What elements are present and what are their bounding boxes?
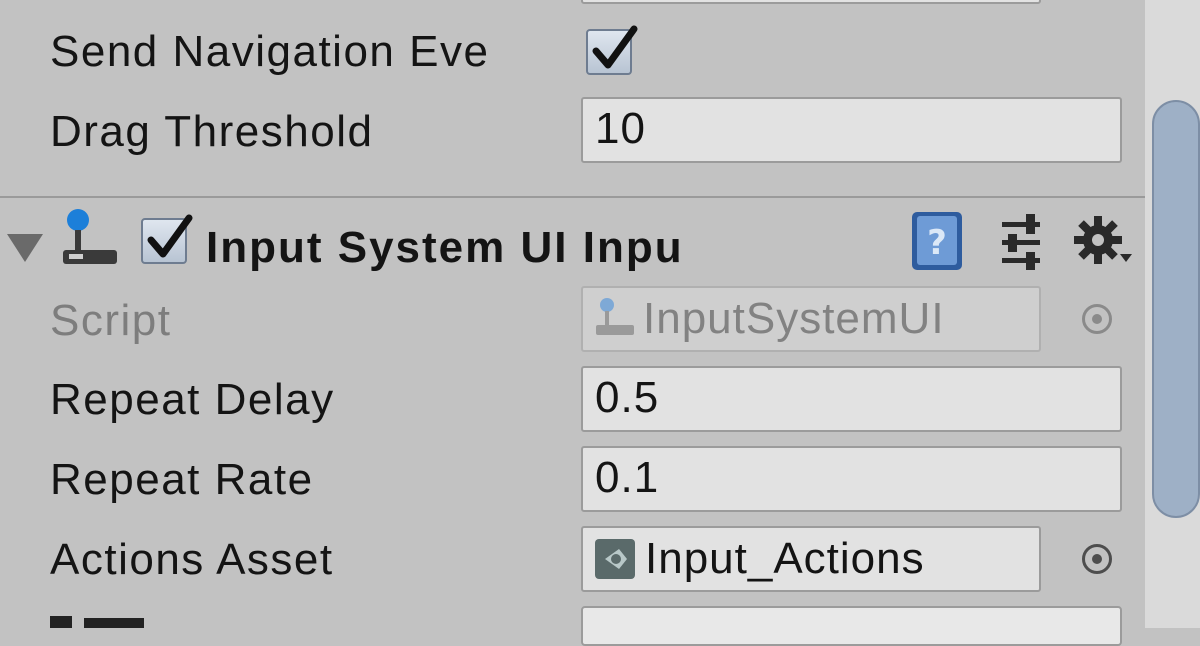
- script-object-picker-icon: [1082, 304, 1112, 334]
- repeat-rate-field[interactable]: 0.1: [581, 446, 1122, 512]
- presets-sliders-icon[interactable]: [998, 212, 1046, 272]
- component-enabled-checkbox[interactable]: [141, 214, 193, 264]
- actions-asset-label: Actions Asset: [50, 536, 334, 584]
- partial-row-label: [50, 612, 170, 628]
- script-value: InputSystemUI: [643, 294, 945, 343]
- send-navigation-events-label: Send Navigation Eve: [50, 28, 490, 76]
- joystick-icon: [63, 209, 117, 264]
- svg-text:?: ?: [927, 223, 947, 263]
- partial-field-top[interactable]: [581, 0, 1041, 4]
- actions-asset-value: Input_Actions: [645, 534, 925, 583]
- component-header: Input System UI Inpu ?: [0, 198, 1145, 280]
- inspector-panel: Send Navigation Eve Drag Threshold 10 In…: [0, 0, 1145, 646]
- repeat-delay-label: Repeat Delay: [50, 376, 335, 424]
- help-book-icon[interactable]: ?: [910, 210, 966, 272]
- script-field: InputSystemUI: [581, 286, 1041, 352]
- drag-threshold-label: Drag Threshold: [50, 108, 374, 156]
- script-label: Script: [50, 297, 172, 345]
- repeat-delay-field[interactable]: 0.5: [581, 366, 1122, 432]
- checkmark-icon: [147, 214, 193, 258]
- component-title[interactable]: Input System UI Inpu: [206, 222, 810, 274]
- send-navigation-events-checkbox[interactable]: [586, 25, 638, 75]
- foldout-arrow-icon[interactable]: [5, 228, 45, 268]
- script-joystick-icon: [596, 298, 634, 335]
- actions-asset-object-picker-icon[interactable]: [1082, 544, 1112, 574]
- repeat-rate-label: Repeat Rate: [50, 456, 314, 504]
- gear-icon[interactable]: [1072, 214, 1136, 274]
- input-actions-asset-icon: [595, 539, 635, 579]
- drag-threshold-field[interactable]: 10: [581, 97, 1122, 163]
- partial-dropdown-field[interactable]: [581, 606, 1122, 646]
- actions-asset-field[interactable]: Input_Actions: [581, 526, 1041, 592]
- scrollbar-thumb[interactable]: [1152, 100, 1200, 518]
- checkmark-icon: [592, 25, 638, 69]
